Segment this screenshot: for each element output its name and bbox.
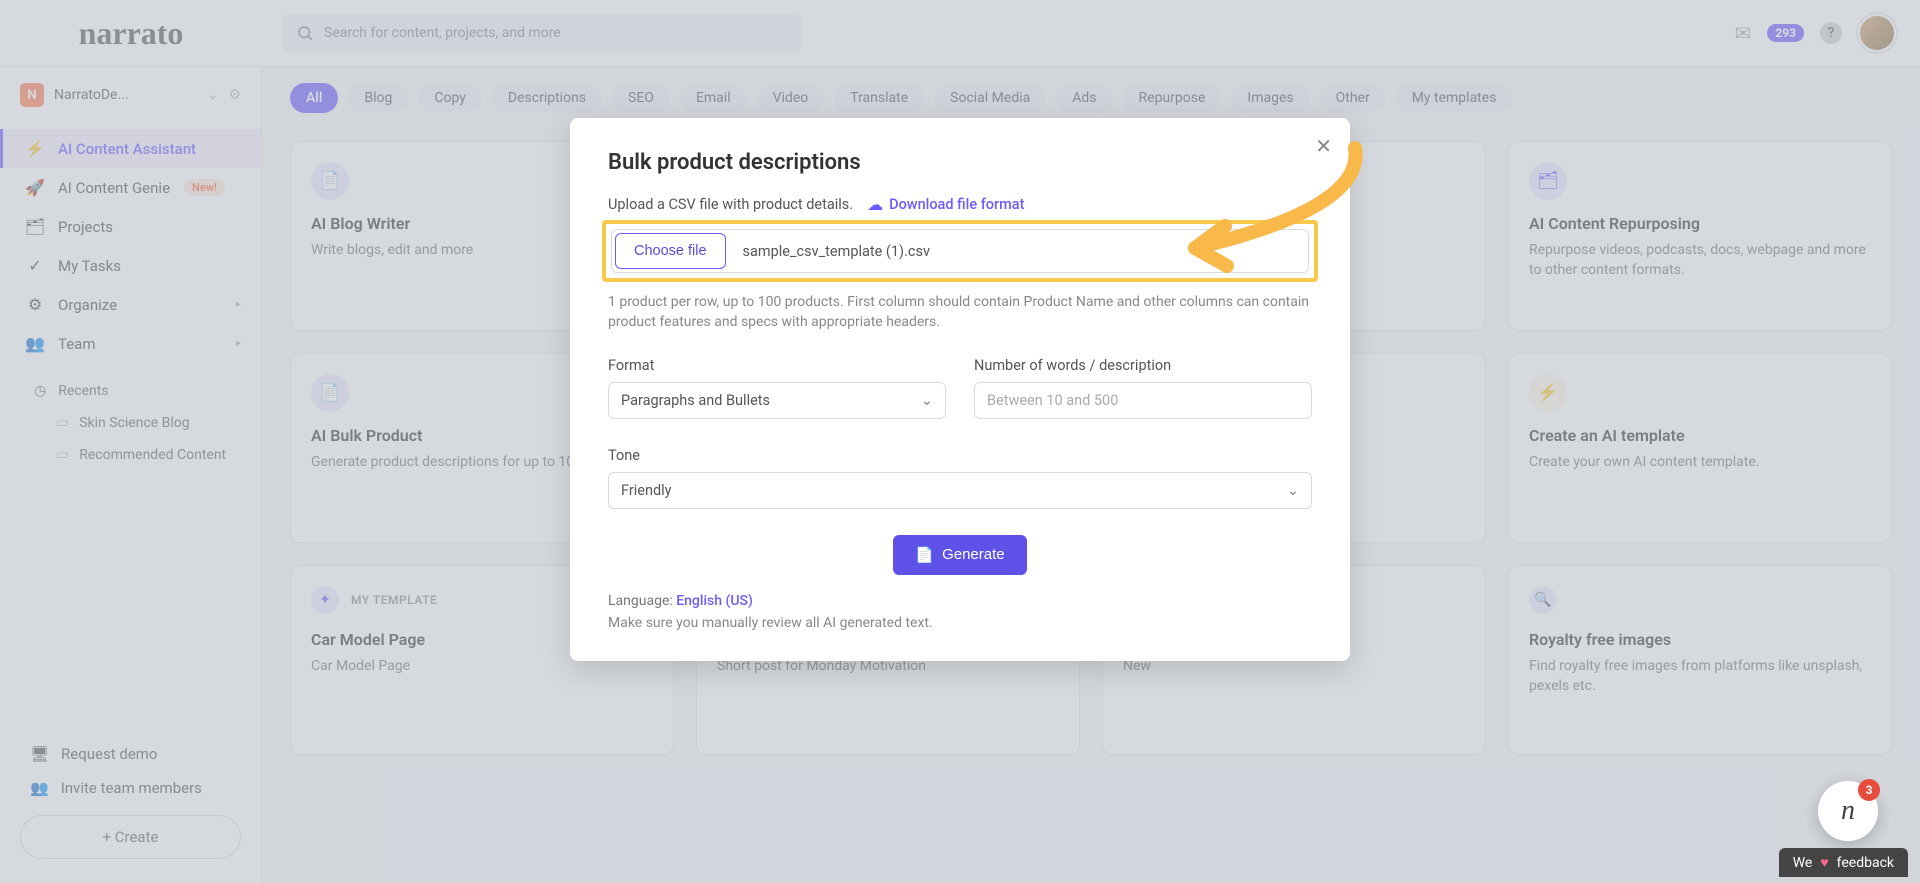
cloud-download-icon: ☁	[867, 195, 883, 214]
dl-label: Download file format	[889, 196, 1024, 213]
language-link[interactable]: English (US)	[676, 593, 753, 609]
doc-icon: 📄	[915, 546, 934, 564]
feedback-button[interactable]: We ♥ feedback	[1779, 848, 1908, 877]
fb-text: feedback	[1837, 855, 1894, 871]
format-select[interactable]: Paragraphs and Bullets ⌄	[608, 382, 946, 419]
format-value: Paragraphs and Bullets	[621, 392, 770, 409]
lang-label: Language:	[608, 593, 676, 609]
tone-value: Friendly	[621, 482, 672, 499]
bulk-descriptions-modal: ✕ Bulk product descriptions Upload a CSV…	[570, 118, 1350, 661]
words-input[interactable]: Between 10 and 500	[974, 382, 1312, 419]
language-row: Language: English (US)	[608, 593, 1312, 609]
words-label: Number of words / description	[974, 357, 1312, 374]
selected-file-name: sample_csv_template (1).csv	[729, 243, 930, 260]
generate-button[interactable]: 📄 Generate	[893, 535, 1026, 575]
words-placeholder: Between 10 and 500	[987, 392, 1118, 409]
tone-label: Tone	[608, 447, 1312, 464]
highlight-annotation: Choose file sample_csv_template (1).csv	[602, 220, 1318, 282]
fb-we: We	[1793, 855, 1813, 871]
chat-widget[interactable]: n 3	[1818, 781, 1878, 841]
chevron-down-icon: ⌄	[921, 392, 933, 409]
generate-label: Generate	[942, 546, 1005, 563]
chevron-down-icon: ⌄	[1287, 482, 1299, 499]
choose-file-button[interactable]: Choose file	[615, 233, 726, 269]
notification-badge: 3	[1858, 779, 1880, 801]
upload-label: Upload a CSV file with product details.	[608, 196, 853, 213]
tone-select[interactable]: Friendly ⌄	[608, 472, 1312, 509]
modal-title: Bulk product descriptions	[608, 150, 1312, 175]
format-label: Format	[608, 357, 946, 374]
heart-icon: ♥	[1820, 854, 1828, 871]
download-format-link[interactable]: ☁ Download file format	[867, 195, 1024, 214]
review-note: Make sure you manually review all AI gen…	[608, 615, 1312, 631]
file-hint: 1 product per row, up to 100 products. F…	[608, 292, 1312, 333]
file-input-row: Choose file sample_csv_template (1).csv	[611, 229, 1309, 273]
close-icon[interactable]: ✕	[1315, 134, 1332, 158]
widget-letter: n	[1841, 795, 1855, 827]
